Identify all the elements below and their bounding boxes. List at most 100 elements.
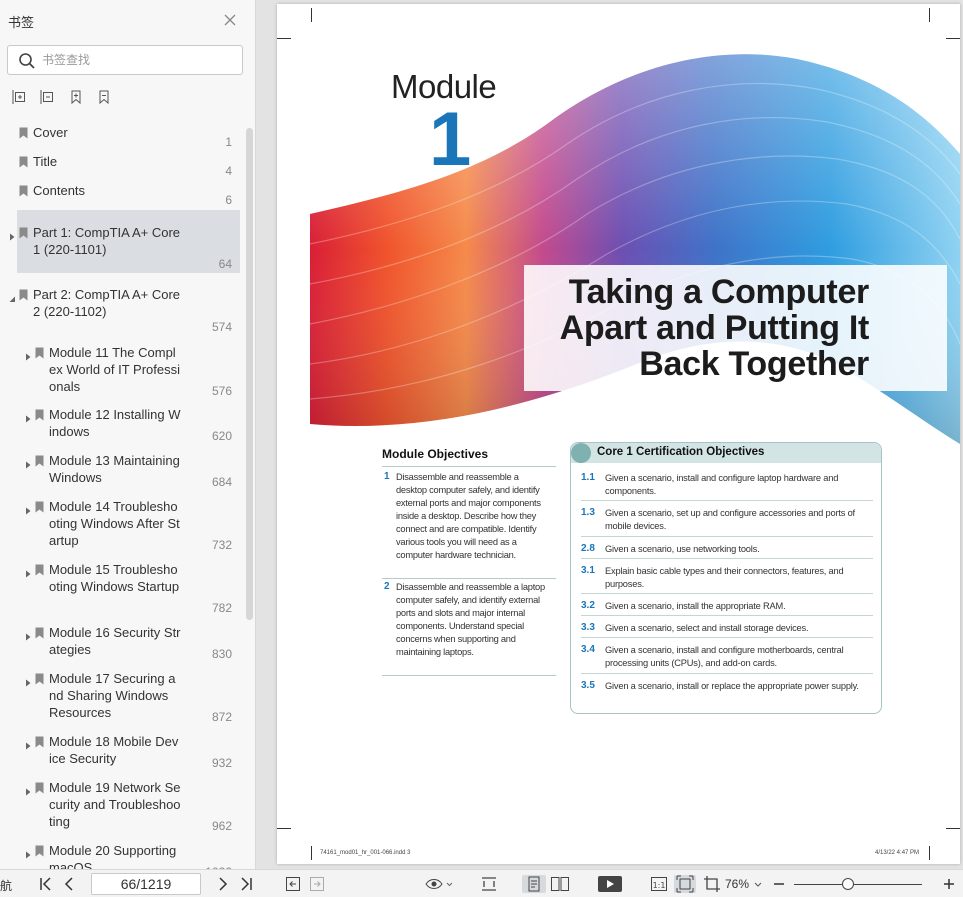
last-page-icon[interactable] bbox=[238, 875, 254, 893]
expand-arrow-icon[interactable] bbox=[24, 457, 32, 469]
ribbon-artwork bbox=[309, 54, 960, 444]
navigation-label: 航 bbox=[0, 879, 13, 893]
core-objective-number: 3.5 bbox=[581, 680, 595, 691]
eye-care-icon[interactable] bbox=[425, 875, 453, 893]
expand-arrow-icon[interactable] bbox=[24, 503, 32, 515]
bookmark-item[interactable]: Contents 6 bbox=[0, 178, 246, 207]
previous-page-icon[interactable] bbox=[62, 875, 76, 893]
close-icon[interactable] bbox=[222, 12, 238, 28]
divider bbox=[581, 615, 873, 616]
bookmark-item[interactable]: Module 12 Installing Windows 620 bbox=[0, 404, 246, 444]
zoom-in-icon[interactable] bbox=[942, 875, 956, 893]
expand-arrow-icon[interactable] bbox=[24, 411, 32, 423]
core-objective-text: Given a scenario, select and install sto… bbox=[605, 623, 809, 633]
zoom-level-label[interactable]: 76% bbox=[725, 877, 749, 891]
first-page-icon[interactable] bbox=[38, 875, 54, 893]
zoom-slider-handle[interactable] bbox=[841, 878, 854, 890]
bookmark-item[interactable]: Title 4 bbox=[0, 149, 246, 178]
fit-width-icon[interactable] bbox=[480, 875, 498, 893]
divider bbox=[382, 675, 556, 676]
page-number-input[interactable]: 66/1219 bbox=[91, 873, 201, 895]
expand-arrow-icon[interactable] bbox=[24, 738, 32, 750]
bookmark-page-number: 872 bbox=[211, 710, 232, 724]
bookmark-page-number: 830 bbox=[211, 647, 232, 661]
divider bbox=[581, 558, 873, 559]
bottom-toolbar: 航 66/1219 1:1 76% bbox=[0, 869, 963, 897]
expand-arrow-icon[interactable] bbox=[24, 675, 32, 687]
core-objective-number: 3.2 bbox=[581, 600, 595, 611]
bookmark-icon bbox=[35, 501, 44, 513]
divider bbox=[581, 536, 873, 537]
bookmark-page-number: 576 bbox=[211, 384, 232, 398]
bookmark-item[interactable]: Module 13 Maintaining Windows 684 bbox=[0, 450, 246, 490]
divider bbox=[581, 673, 873, 674]
bookmark-item[interactable]: Cover 1 bbox=[0, 120, 246, 149]
bookmark-scrollbar[interactable] bbox=[246, 128, 253, 620]
core-objectives-heading: Core 1 Certification Objectives bbox=[597, 446, 765, 458]
divider bbox=[581, 500, 873, 501]
expand-all-icon[interactable] bbox=[12, 89, 28, 105]
expand-arrow-icon[interactable] bbox=[24, 566, 32, 578]
single-page-icon[interactable] bbox=[522, 875, 546, 893]
bookmark-item[interactable]: Module 16 Security Strategies 830 bbox=[0, 622, 246, 662]
fit-page-icon[interactable] bbox=[674, 875, 696, 893]
bookmark-item[interactable]: Module 19 Network Security and Troublesh… bbox=[0, 777, 246, 833]
remove-bookmark-icon[interactable] bbox=[96, 89, 112, 105]
bookmark-search-input[interactable] bbox=[42, 51, 232, 69]
bookmark-search-field[interactable] bbox=[7, 45, 243, 75]
bookmark-page-number: 782 bbox=[211, 601, 232, 615]
expand-arrow-icon[interactable] bbox=[24, 629, 32, 641]
core-objective-text: Given a scenario, install the appropriat… bbox=[605, 601, 786, 611]
expand-arrow-icon[interactable] bbox=[8, 229, 16, 241]
bookmark-item[interactable]: Part 1: CompTIA A+ Core 1 (220-1101) 64 bbox=[0, 210, 246, 273]
bookmark-label: Module 14 Troubleshooting Windows After … bbox=[49, 499, 180, 548]
bookmark-page-number: 1 bbox=[225, 135, 232, 149]
expand-arrow-icon[interactable] bbox=[24, 847, 32, 859]
crop-mark bbox=[311, 846, 312, 860]
bookmark-item[interactable]: Module 17 Securing and Sharing Windows R… bbox=[0, 668, 246, 724]
bookmark-item[interactable]: Part 2: CompTIA A+ Core 2 (220-1102) 574 bbox=[0, 280, 246, 338]
bookmark-icon bbox=[35, 564, 44, 576]
objective-text: Disassemble and reassemble a desktop com… bbox=[396, 472, 541, 560]
header-circle-icon bbox=[571, 443, 591, 463]
bookmark-icon bbox=[35, 845, 44, 857]
divider bbox=[382, 466, 556, 467]
collapse-arrow-icon[interactable] bbox=[8, 291, 16, 302]
bookmark-icon bbox=[19, 185, 28, 197]
collapse-all-icon[interactable] bbox=[40, 89, 56, 105]
bookmark-icon bbox=[19, 127, 28, 139]
bookmark-label: Module 16 Security Strategies bbox=[49, 625, 181, 657]
zoom-slider-track[interactable] bbox=[794, 884, 922, 885]
next-page-icon[interactable] bbox=[216, 875, 230, 893]
bookmark-panel: 书签 Cover 1 Title 4 Contents 6 Part 1: CompTIA … bbox=[0, 0, 256, 869]
search-icon bbox=[18, 52, 36, 73]
divider bbox=[581, 637, 873, 638]
add-bookmark-icon[interactable] bbox=[68, 89, 84, 105]
bookmark-label: Module 19 Network Security and Troublesh… bbox=[49, 780, 181, 829]
bookmark-label: Module 18 Mobile Device Security bbox=[49, 734, 179, 766]
bookmark-label: Part 2: CompTIA A+ Core 2 (220-1102) bbox=[33, 287, 181, 319]
objective-number: 2 bbox=[384, 581, 390, 592]
bookmark-item[interactable]: Module 18 Mobile Device Security 932 bbox=[0, 731, 246, 771]
bookmark-item[interactable]: Module 20 Supporting macOS1022 bbox=[0, 840, 246, 869]
two-page-icon[interactable] bbox=[550, 875, 570, 893]
print-footer-right: 4/13/22 4:47 PM bbox=[875, 850, 920, 856]
crop-view-icon[interactable] bbox=[703, 875, 721, 893]
forward-icon[interactable] bbox=[309, 875, 325, 893]
bookmark-item[interactable]: Module 11 The Complex World of IT Profes… bbox=[0, 342, 246, 398]
zoom-out-icon[interactable] bbox=[772, 875, 786, 893]
chevron-down-icon[interactable] bbox=[753, 875, 763, 893]
bookmark-page-number: 4 bbox=[225, 164, 232, 178]
expand-arrow-icon[interactable] bbox=[24, 784, 32, 796]
document-viewport[interactable]: Module 1 Taking a Computer Apart and Put… bbox=[257, 0, 963, 869]
bookmark-item[interactable]: Module 14 Troubleshooting Windows After … bbox=[0, 496, 246, 554]
actual-size-icon[interactable]: 1:1 bbox=[650, 875, 668, 893]
bookmark-page-number: 684 bbox=[211, 475, 232, 489]
core-objective-number: 3.4 bbox=[581, 644, 595, 655]
slideshow-icon[interactable] bbox=[597, 875, 623, 893]
expand-arrow-icon[interactable] bbox=[24, 349, 32, 361]
back-icon[interactable] bbox=[285, 875, 301, 893]
bookmark-item[interactable]: Module 15 Troubleshooting Windows Startu… bbox=[0, 559, 246, 615]
chapter-title-line: Apart and Putting It bbox=[559, 309, 870, 347]
bookmark-icon bbox=[35, 627, 44, 639]
